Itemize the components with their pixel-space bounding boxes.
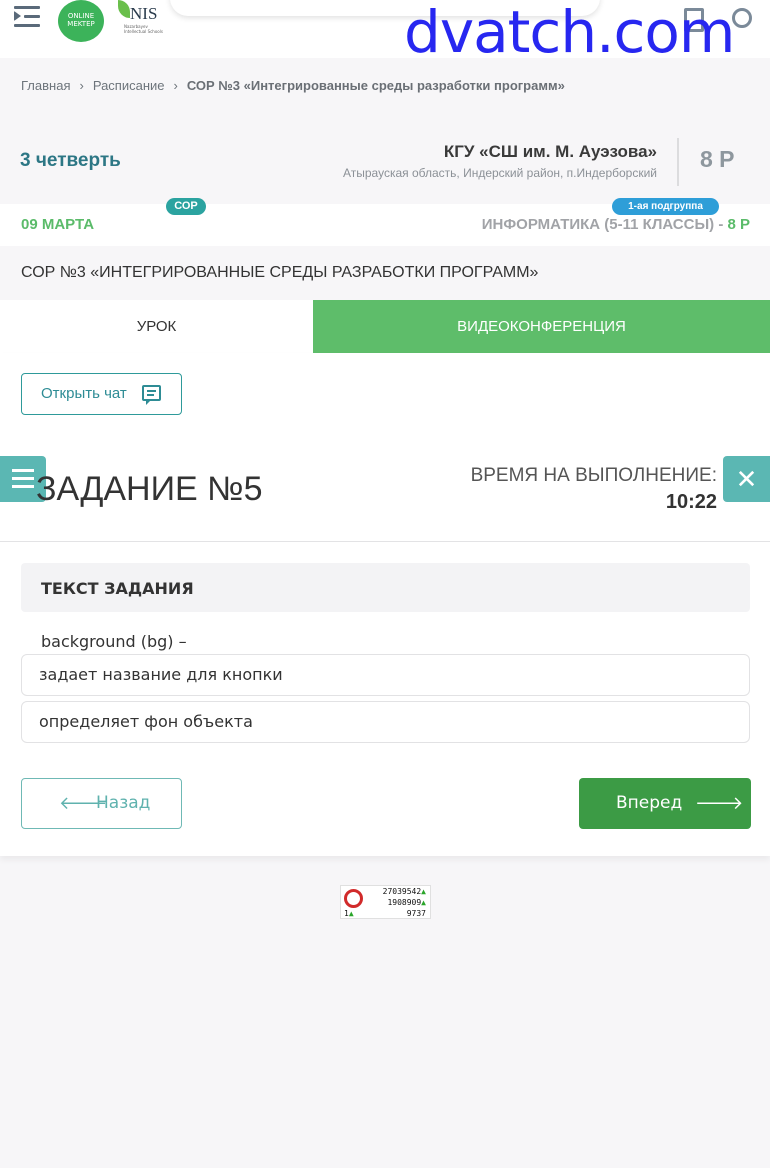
divider [0, 541, 770, 542]
watermark: dvatch.com [404, 0, 735, 66]
lesson-title: СОР №3 «ИНТЕГРИРОВАННЫЕ СРЕДЫ РАЗРАБОТКИ… [21, 264, 539, 281]
next-label: Вперед [616, 793, 683, 813]
globe-icon[interactable] [732, 8, 752, 28]
arrow-right-icon: 🡒 [695, 793, 744, 814]
up-arrow-icon: ▲ [348, 909, 354, 918]
lesson-type-badge: СОР [166, 198, 206, 215]
next-button[interactable]: Вперед 🡒 [579, 778, 751, 829]
back-button[interactable]: 🡐 Назад [21, 778, 182, 829]
counter-total-value: 27039542 [382, 887, 422, 896]
up-arrow-icon: ▲ [421, 887, 426, 896]
quarter-label: 3 четверть [20, 150, 121, 171]
lesson-meta-bar: 09 МАРТА СОР ИНФОРМАТИКА (5-11 КЛАССЫ) -… [0, 198, 770, 246]
school-info-panel: 3 четверть КГУ «СШ им. М. Ауэзова» Атыра… [0, 130, 770, 192]
breadcrumb: Главная › Расписание › СОР №3 «Интегрированн… [21, 78, 565, 93]
chevron-right-icon: › [79, 78, 84, 93]
counter-logo-icon [344, 889, 363, 908]
subject-name: ИНФОРМАТИКА (5-11 КЛАССЫ) - [481, 216, 728, 233]
school-address: Атырауская область, Индерский район, п.И… [343, 166, 657, 180]
back-label: Назад [96, 793, 151, 813]
time-remaining: 10:22 [665, 491, 717, 513]
answer-option[interactable]: задает название для кнопки [21, 654, 750, 696]
breadcrumb-schedule[interactable]: Расписание [93, 78, 165, 93]
open-chat-label: Открыть чат [41, 385, 127, 402]
time-label: ВРЕМЯ НА ВЫПОЛНЕНИЕ: [470, 465, 717, 486]
online-mektep-logo-text: ONLINE MEKTEP [67, 12, 95, 28]
counter-today-value: 1908909 [387, 898, 422, 907]
top-bar: ONLINE MEKTEP NIS Nazarbayev Intellectua… [0, 0, 770, 66]
subgroup-badge: 1-ая подгруппа [612, 198, 719, 215]
class-label: 8 Р [700, 146, 735, 172]
nis-leaf-icon [118, 0, 130, 18]
counter-online: 9737 [406, 909, 426, 918]
task-text-header: ТЕКСТ ЗАДАНИЯ [21, 563, 750, 612]
subject-class: 8 Р [727, 216, 750, 233]
open-chat-button[interactable]: Открыть чат [21, 373, 182, 415]
counter-today: 1908909▲ [387, 898, 426, 907]
chat-icon [142, 385, 161, 405]
divider [677, 138, 679, 186]
visit-counter[interactable]: 27039542▲ 1908909▲ 9737 1▲ [340, 885, 431, 919]
nis-logo-text: NIS [130, 4, 158, 23]
task-title: ЗАДАНИЕ №5 [36, 470, 263, 508]
nis-logo[interactable]: NIS Nazarbayev Intellectual Schools [114, 0, 164, 44]
close-button[interactable]: ✕ [723, 456, 770, 502]
close-icon: ✕ [735, 464, 758, 494]
answer-option[interactable]: определяет фон объекта [21, 701, 750, 743]
counter-rank: 1▲ [344, 909, 354, 918]
task-text-label: ТЕКСТ ЗАДАНИЯ [41, 579, 194, 598]
nis-logo-subtext: Nazarbayev Intellectual Schools [124, 24, 163, 34]
tab-videoconference[interactable]: ВИДЕОКОНФЕРЕНЦИЯ [313, 300, 770, 353]
tab-lesson[interactable]: УРОК [0, 300, 313, 353]
school-name: КГУ «СШ им. М. Ауэзова» [443, 142, 657, 161]
lesson-subject: ИНФОРМАТИКА (5-11 КЛАССЫ) - 8 Р [482, 216, 750, 233]
menu-collapse-icon[interactable] [14, 4, 42, 30]
online-mektep-logo[interactable]: ONLINE MEKTEP [58, 0, 104, 42]
question-text: background (bg) – [41, 632, 187, 651]
chevron-right-icon: › [173, 78, 178, 93]
up-arrow-icon: ▲ [421, 898, 426, 907]
lesson-date: 09 МАРТА [21, 216, 95, 233]
breadcrumb-home[interactable]: Главная [21, 78, 70, 93]
counter-total: 27039542▲ [383, 887, 426, 896]
breadcrumb-current: СОР №3 «Интегрированные среды разработки… [186, 78, 565, 93]
